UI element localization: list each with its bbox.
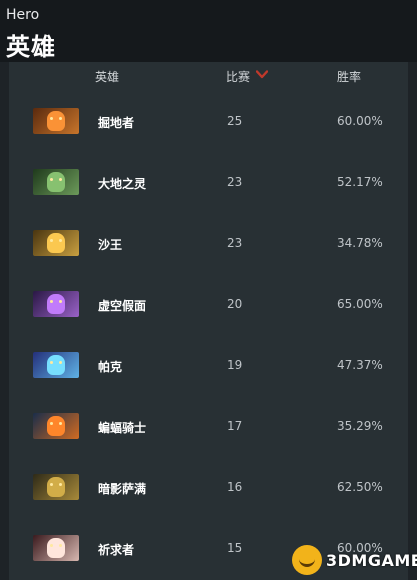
matches-count: 23	[227, 236, 243, 250]
hero-portrait	[33, 413, 79, 439]
hero-name: 大地之灵	[98, 177, 147, 191]
hero-portrait	[33, 230, 79, 256]
matches-count: 17	[227, 419, 243, 433]
page-header: Hero 英雄	[0, 0, 417, 62]
table-row[interactable]: 蝙蝠骑士 17 35.29%	[9, 397, 408, 457]
hero-portrait	[33, 535, 79, 561]
win-rate: 35.29%	[337, 419, 383, 433]
matches-count: 20	[227, 297, 243, 311]
win-rate: 65.00%	[337, 297, 383, 311]
table-row[interactable]: 帕克 19 47.37%	[9, 336, 408, 396]
table-row[interactable]: 虚空假面 20 65.00%	[9, 275, 408, 335]
hero-portrait	[33, 474, 79, 500]
matches-count: 23	[227, 175, 243, 189]
hero-portrait	[33, 291, 79, 317]
page-title: 英雄	[6, 33, 56, 61]
hero-portrait	[33, 352, 79, 378]
hero-name: 祈求者	[98, 543, 135, 557]
matches-count: 25	[227, 114, 243, 128]
column-header-matches[interactable]: 比赛	[226, 68, 250, 85]
hero-name: 蝙蝠骑士	[98, 421, 147, 435]
hero-name: 虚空假面	[98, 299, 147, 313]
matches-count: 19	[227, 358, 243, 372]
win-rate: 47.37%	[337, 358, 383, 372]
hero-portrait	[33, 108, 79, 134]
hero-name: 沙王	[98, 238, 123, 252]
watermark-smile	[299, 554, 315, 567]
hero-name: 帕克	[98, 360, 123, 374]
watermark: 3DMGAME	[292, 545, 417, 575]
header-subtitle: Hero	[6, 7, 40, 23]
chevron-down-icon[interactable]	[256, 70, 268, 79]
hero-portrait	[33, 169, 79, 195]
hero-name: 掘地者	[98, 116, 135, 130]
hero-name: 暗影萨满	[98, 482, 147, 496]
column-header-hero[interactable]: 英雄	[95, 68, 119, 85]
watermark-logo-icon	[292, 545, 322, 575]
table-row[interactable]: 暗影萨满 16 62.50%	[9, 458, 408, 518]
win-rate: 34.78%	[337, 236, 383, 250]
win-rate: 62.50%	[337, 480, 383, 494]
table-row[interactable]: 沙王 23 34.78%	[9, 214, 408, 274]
table-row[interactable]: 大地之灵 23 52.17%	[9, 153, 408, 213]
matches-count: 15	[227, 541, 243, 555]
watermark-text: 3DMGAME	[326, 551, 417, 570]
table-row[interactable]: 掘地者 25 60.00%	[9, 92, 408, 152]
column-header-winrate[interactable]: 胜率	[337, 68, 361, 85]
win-rate: 60.00%	[337, 114, 383, 128]
win-rate: 52.17%	[337, 175, 383, 189]
matches-count: 16	[227, 480, 243, 494]
